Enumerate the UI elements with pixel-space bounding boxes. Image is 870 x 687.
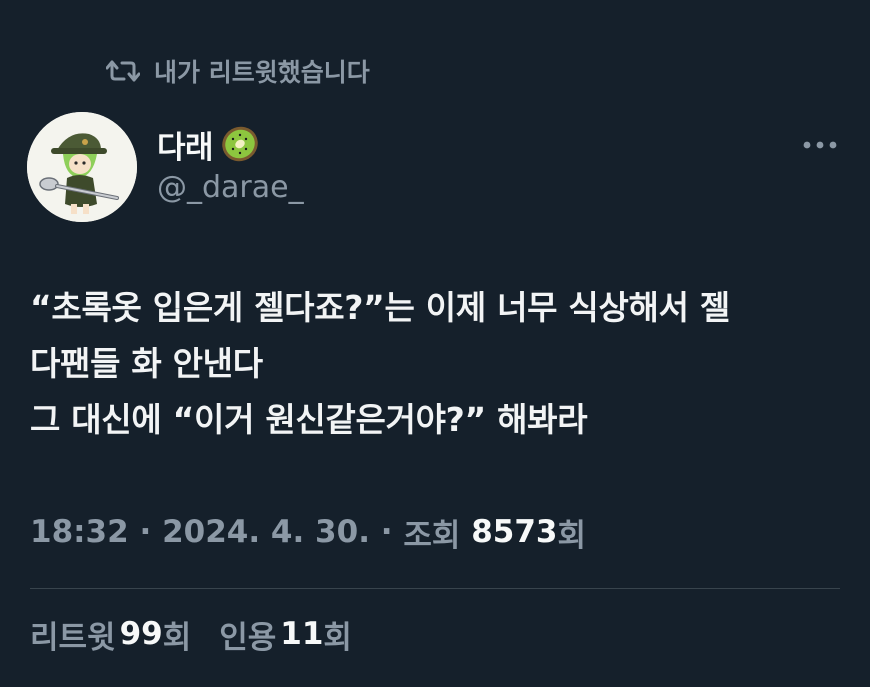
views-suffix: 회 <box>557 517 586 554</box>
retweets-label: 리트윗 <box>30 619 116 656</box>
more-horizontal-icon <box>802 135 838 154</box>
user-handle[interactable]: @_darae_ <box>157 170 304 205</box>
retweets-count: 99 <box>119 616 163 652</box>
meta-separator: · <box>369 514 404 550</box>
display-name[interactable]: 다래 <box>157 122 214 167</box>
more-options-button[interactable] <box>800 130 840 158</box>
retweets-suffix: 회 <box>162 619 192 656</box>
meta-separator: · <box>128 514 163 550</box>
views-count: 8573 <box>471 514 558 550</box>
quotes-label: 인용 <box>219 619 277 656</box>
tweet-text: “초록옷 입은게 젤다죠?”는 이제 너무 식상해서 젤 다팬들 화 안낸다 그… <box>30 280 850 448</box>
quotes-count: 11 <box>280 616 324 652</box>
divider <box>30 588 840 589</box>
retweets-stat[interactable]: 리트윗 99 회 <box>30 612 191 657</box>
social-context[interactable]: 내가 리트윗했습니다 <box>106 54 370 88</box>
retweet-icon <box>106 57 140 85</box>
tweet-text-line: 그 대신에 “이거 원신같은거야?” 해봐라 <box>30 400 588 439</box>
author-name-row[interactable]: 다래 <box>157 120 261 168</box>
tweet-text-line: “초록옷 입은게 젤다죠?”는 이제 너무 식상해서 젤 <box>30 288 730 327</box>
engagement-stats: 리트윗 99 회 인용 11 회 <box>30 610 352 658</box>
tweet-meta: 18:32 · 2024. 4. 30. · 조회 8573 회 <box>30 510 586 554</box>
quotes-suffix: 회 <box>323 619 352 656</box>
tweet-date[interactable]: 2024. 4. 30. <box>162 514 370 550</box>
quotes-stat[interactable]: 인용 11 회 <box>219 612 352 657</box>
kiwi-icon <box>219 123 261 165</box>
tweet-text-line: 다팬들 화 안낸다 <box>30 344 263 383</box>
views-label: 조회 <box>403 517 472 554</box>
tweet-time[interactable]: 18:32 <box>30 514 129 550</box>
social-context-text: 내가 리트윗했습니다 <box>154 58 370 87</box>
avatar[interactable] <box>27 112 137 222</box>
